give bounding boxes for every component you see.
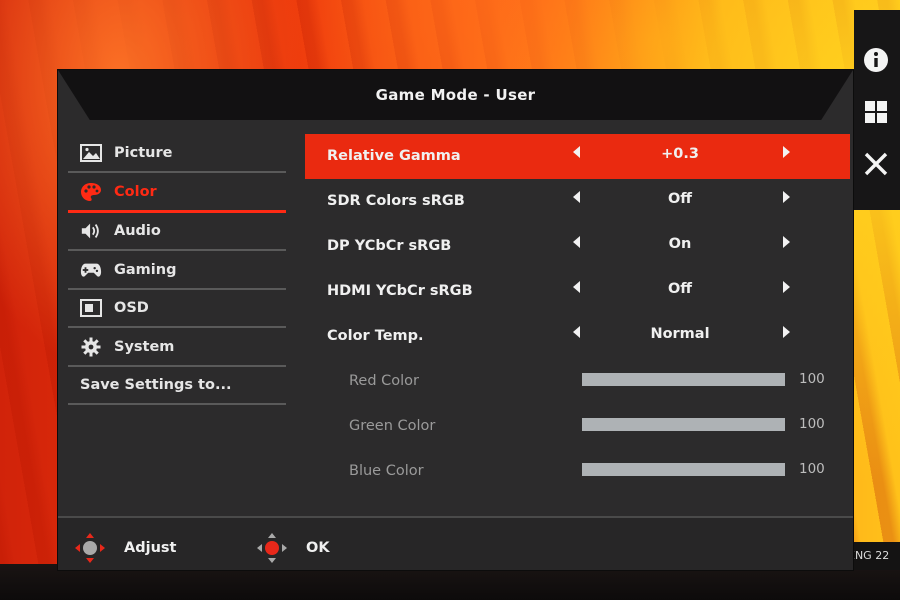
picture-icon bbox=[80, 142, 102, 164]
setting-label: Relative Gamma bbox=[327, 148, 461, 164]
setting-label: Green Color bbox=[349, 418, 436, 434]
green-color-slider bbox=[582, 418, 785, 431]
sidebar-item-gaming[interactable]: Gaming bbox=[68, 252, 286, 290]
arrow-right-icon[interactable] bbox=[783, 326, 790, 338]
setting-row-blue-color: Blue Color 100 bbox=[305, 449, 850, 494]
osd-menu-window: Game Mode - User Picture Color Audio Gam… bbox=[58, 70, 853, 570]
sidebar-item-system[interactable]: System bbox=[68, 329, 286, 367]
setting-value: On bbox=[668, 236, 692, 252]
sidebar-item-label: Color bbox=[114, 183, 157, 200]
setting-value: Normal bbox=[650, 326, 710, 342]
settings-panel: Relative Gamma +0.3 SDR Colors sRGB Off … bbox=[305, 134, 850, 494]
slider-fill bbox=[582, 373, 785, 386]
setting-label: DP YCbCr sRGB bbox=[327, 238, 452, 254]
setting-value: +0.3 bbox=[661, 146, 699, 162]
arrow-right-icon[interactable] bbox=[783, 191, 790, 203]
osd-title: Game Mode - User bbox=[375, 86, 536, 104]
setting-row-relative-gamma[interactable]: Relative Gamma +0.3 bbox=[305, 134, 850, 179]
sidebar-item-label: Save Settings to... bbox=[80, 377, 232, 393]
arrow-left-icon[interactable] bbox=[573, 236, 580, 248]
sidebar-item-save-settings[interactable]: Save Settings to... bbox=[68, 367, 286, 405]
slider-fill bbox=[582, 418, 785, 431]
setting-label: SDR Colors sRGB bbox=[327, 193, 465, 209]
sidebar-item-color[interactable]: Color bbox=[68, 174, 286, 213]
sidebar-item-audio[interactable]: Audio bbox=[68, 213, 286, 251]
arrow-right-icon[interactable] bbox=[783, 236, 790, 248]
slider-value: 100 bbox=[799, 371, 825, 387]
arrow-left-icon[interactable] bbox=[573, 191, 580, 203]
setting-row-green-color: Green Color 100 bbox=[305, 404, 850, 449]
arrow-left-icon[interactable] bbox=[573, 146, 580, 158]
ok-label: OK bbox=[306, 540, 330, 556]
arrow-left-icon[interactable] bbox=[573, 281, 580, 293]
setting-value: Off bbox=[667, 191, 693, 207]
close-icon[interactable] bbox=[862, 150, 890, 178]
setting-label: HDMI YCbCr sRGB bbox=[327, 283, 473, 299]
arrow-right-icon[interactable] bbox=[783, 281, 790, 293]
setting-row-sdr-colors-srgb[interactable]: SDR Colors sRGB Off bbox=[305, 179, 850, 224]
setting-row-dp-ycbcr-srgb[interactable]: DP YCbCr sRGB On bbox=[305, 224, 850, 269]
arrow-left-icon[interactable] bbox=[573, 326, 580, 338]
osd-footer: Adjust OK bbox=[58, 516, 853, 570]
grid-icon[interactable] bbox=[862, 98, 890, 126]
setting-value: Off bbox=[667, 281, 693, 297]
sidebar-item-label: System bbox=[114, 338, 175, 355]
setting-label: Red Color bbox=[349, 373, 420, 389]
sidebar-item-label: Audio bbox=[114, 223, 161, 239]
speaker-icon bbox=[80, 220, 102, 242]
setting-row-hdmi-ycbcr-srgb[interactable]: HDMI YCbCr sRGB Off bbox=[305, 269, 850, 314]
blue-color-slider bbox=[582, 463, 785, 476]
sidebar-item-picture[interactable]: Picture bbox=[68, 135, 286, 173]
sidebar-item-label: Picture bbox=[114, 145, 173, 161]
red-color-slider bbox=[582, 373, 785, 386]
sidebar-item-osd[interactable]: OSD bbox=[68, 290, 286, 328]
slider-value: 100 bbox=[799, 416, 825, 432]
joystick-ok-icon bbox=[256, 532, 288, 564]
setting-label: Blue Color bbox=[349, 463, 424, 479]
sidebar-item-label: OSD bbox=[114, 300, 149, 316]
slider-fill bbox=[582, 463, 785, 476]
info-icon[interactable] bbox=[862, 46, 890, 74]
slider-value: 100 bbox=[799, 461, 825, 477]
osd-sidebar: Picture Color Audio Gaming OSD System Sa… bbox=[68, 135, 286, 406]
joystick-adjust-icon bbox=[74, 532, 106, 564]
gear-icon bbox=[80, 336, 102, 358]
gamepad-icon bbox=[80, 259, 102, 281]
ok-hint: OK bbox=[256, 532, 330, 564]
palette-icon bbox=[80, 181, 102, 203]
setting-label: Color Temp. bbox=[327, 328, 424, 344]
setting-row-red-color: Red Color 100 bbox=[305, 359, 850, 404]
sidebar-item-label: Gaming bbox=[114, 261, 177, 278]
adjust-hint: Adjust bbox=[74, 532, 176, 564]
side-tool-panel bbox=[854, 10, 900, 210]
adjust-label: Adjust bbox=[124, 540, 177, 556]
osd-icon bbox=[80, 297, 102, 319]
setting-row-color-temp[interactable]: Color Temp. Normal bbox=[305, 314, 850, 359]
arrow-right-icon[interactable] bbox=[783, 146, 790, 158]
